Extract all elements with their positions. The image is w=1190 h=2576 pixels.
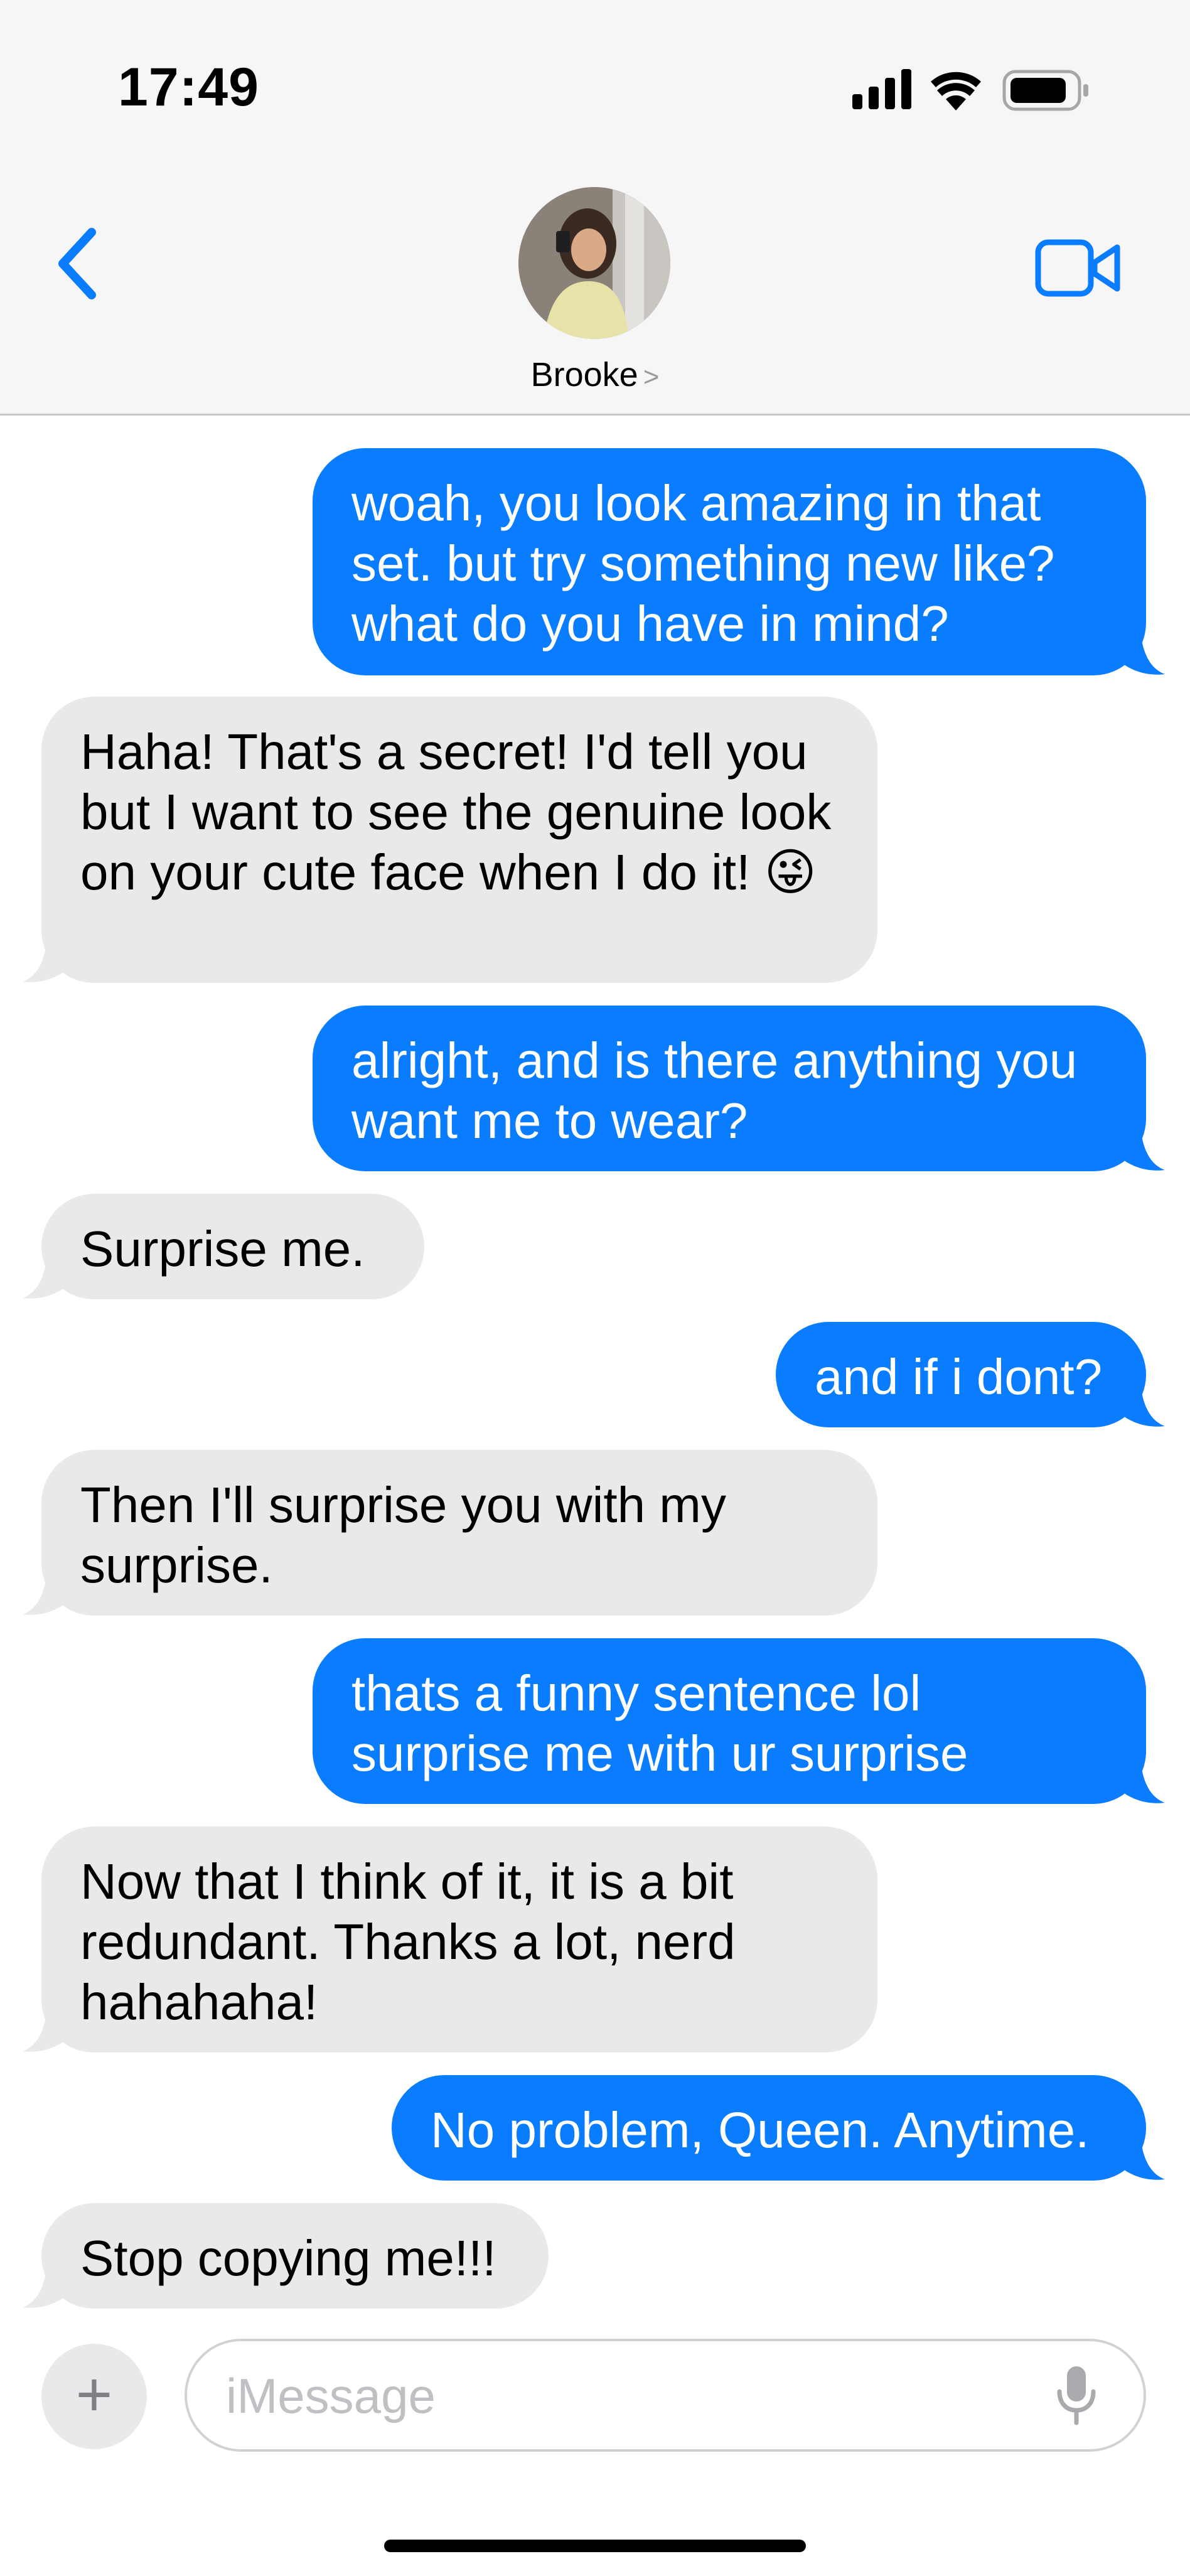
add-attachment-button[interactable]: + [41,2344,147,2449]
message-incoming: Then I'll surprise you with my surprise. [23,1450,877,1616]
chevron-left-icon[interactable] [44,220,113,308]
contact-name: Brooke [530,356,638,394]
message-incoming: Now that I think of it, it is a bit redu… [23,1827,877,2053]
message-bubble[interactable]: and if i dont? [776,1322,1146,1427]
plus-icon: + [75,2359,113,2430]
message-input-field[interactable] [185,2339,1146,2452]
contact-name-button[interactable]: Brooke > [0,355,1190,394]
message-outgoing: woah, you look amazing in that set. but … [313,448,1165,675]
video-camera-icon[interactable] [1034,233,1122,303]
message-outgoing: thats a funny sentence lol surprise me w… [313,1638,1165,1804]
battery-icon [1002,70,1088,111]
status-time: 17:49 [118,57,259,117]
wifi-icon [931,72,981,110]
message-outgoing: No problem, Queen. Anytime. [392,2075,1165,2181]
chevron-right-icon: > [643,362,660,392]
home-indicator [384,2540,806,2552]
status-icons [852,69,1088,111]
message-bubble[interactable]: Now that I think of it, it is a bit redu… [41,1827,877,2053]
message-bubble[interactable]: Surprise me. [41,1194,424,1299]
message-incoming: Stop copying me!!! [23,2203,549,2309]
message-bubble[interactable]: thats a funny sentence lol surprise me w… [313,1638,1146,1804]
message-bubble[interactable]: Stop copying me!!! [41,2203,549,2309]
message-bubble[interactable]: woah, you look amazing in that set. but … [313,448,1146,675]
signal-icon [852,69,911,109]
message-bubble[interactable]: No problem, Queen. Anytime. [392,2075,1146,2181]
microphone-icon[interactable] [1054,2364,1098,2427]
message-outgoing: alright, and is there anything you want … [313,1006,1165,1171]
message-outgoing: and if i dont? [776,1322,1165,1427]
message-incoming: Surprise me. [23,1194,424,1299]
avatar[interactable] [518,187,670,339]
message-incoming: Haha! That's a secret! I'd tell you but … [23,697,877,983]
message-input[interactable] [225,2364,1018,2428]
conversation-header: 17:49 Brooke > [0,0,1190,416]
message-bubble[interactable]: Then I'll surprise you with my surprise. [41,1450,877,1616]
message-bubble[interactable]: Haha! That's a secret! I'd tell you but … [41,697,877,983]
message-bubble[interactable]: alright, and is there anything you want … [313,1006,1146,1171]
